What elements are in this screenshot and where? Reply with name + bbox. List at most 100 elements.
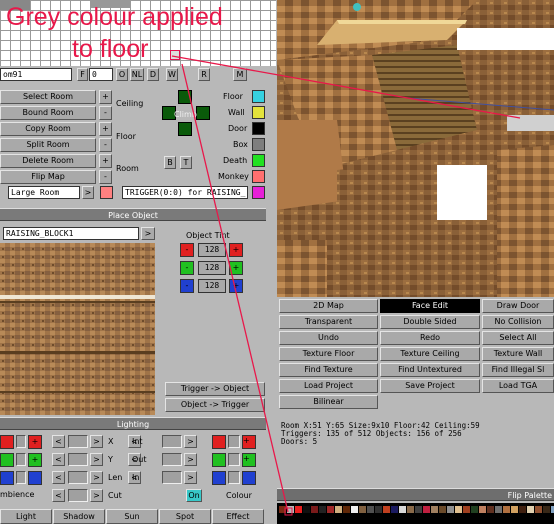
palette-swatch-33[interactable] [535, 506, 542, 513]
trigger-field[interactable]: TRIGGER(0:0) for RAISING_ [122, 186, 248, 199]
room-size-select[interactable]: Large Room [8, 186, 80, 199]
light-color-value-2[interactable] [16, 453, 26, 466]
tint-plus-2[interactable]: + [229, 261, 243, 275]
object-to-trigger-button[interactable]: Object -> Trigger [165, 398, 265, 412]
light-tab-effect[interactable]: Effect [212, 509, 264, 524]
palette-swatch-13[interactable] [375, 506, 382, 513]
b-button[interactable]: B [164, 156, 176, 169]
colour-value-3[interactable] [228, 471, 240, 484]
light-tab-spot[interactable]: Spot [159, 509, 211, 524]
height-stepper-5[interactable]: + [99, 154, 112, 168]
trigger-to-object-button[interactable]: Trigger -> Object [165, 382, 265, 396]
tint-plus-1[interactable]: + [229, 243, 243, 257]
palette-swatch-27[interactable] [487, 506, 494, 513]
tool-2d-map[interactable]: 2D Map [279, 299, 378, 313]
colour-plus-2[interactable]: + [242, 453, 256, 467]
climb-south-button[interactable] [178, 122, 192, 136]
height-stepper-6[interactable]: - [99, 170, 112, 184]
light-color-3[interactable] [0, 471, 14, 485]
axis-left-1[interactable]: < [52, 435, 65, 448]
tool-transparent[interactable]: Transparent [279, 315, 378, 329]
flag-swatch-1[interactable] [252, 90, 265, 103]
3d-viewport[interactable] [277, 0, 554, 297]
texture-palette[interactable] [277, 503, 554, 524]
palette-swatch-29[interactable] [503, 506, 510, 513]
object-next-button[interactable]: > [141, 227, 155, 240]
tool-load-project[interactable]: Load Project [279, 379, 378, 393]
colour-value-2[interactable] [228, 453, 240, 466]
light-color-plus-1[interactable]: + [28, 435, 42, 449]
room-button-3[interactable]: Copy Room [0, 122, 96, 136]
climb-east-button[interactable] [196, 106, 210, 120]
light-color-2[interactable] [0, 453, 14, 467]
colour-value-1[interactable] [228, 435, 240, 448]
palette-swatch-26[interactable] [479, 506, 486, 513]
tool-save-project[interactable]: Save Project [380, 379, 480, 393]
flag-swatch-3[interactable] [252, 122, 265, 135]
tint-minus-2[interactable]: - [180, 261, 194, 275]
room-button-2[interactable]: Bound Room [0, 106, 96, 120]
flag-swatch-7[interactable] [252, 186, 265, 199]
tint-value-1[interactable]: 128 [198, 243, 226, 257]
tool-double-sided[interactable]: Double Sided [380, 315, 480, 329]
light-color-plus-2[interactable]: + [28, 453, 42, 467]
palette-swatch-15[interactable] [391, 506, 398, 513]
palette-swatch-30[interactable] [511, 506, 518, 513]
palette-swatch-9[interactable] [343, 506, 350, 513]
r-button[interactable]: R [198, 68, 210, 81]
tool-select-all[interactable]: Select All [482, 331, 554, 345]
palette-swatch-8[interactable] [335, 506, 342, 513]
axis-value-4[interactable] [68, 489, 88, 502]
palette-swatch-14[interactable] [383, 506, 390, 513]
room-value-field[interactable]: 0 [89, 68, 113, 81]
room-button-4[interactable]: Split Room [0, 138, 96, 152]
palette-swatch-5[interactable] [311, 506, 318, 513]
palette-swatch-23[interactable] [455, 506, 462, 513]
tool-no-collision[interactable]: No Collision [482, 315, 554, 329]
param-value-2[interactable] [162, 453, 182, 466]
object-name-field[interactable]: RAISING_BLOCK1 [3, 227, 139, 240]
climb-north-button[interactable] [178, 90, 192, 104]
tool-redo[interactable]: Redo [380, 331, 480, 345]
m-button[interactable]: M [233, 68, 247, 81]
tint-minus-1[interactable]: - [180, 243, 194, 257]
axis-left-2[interactable]: < [52, 453, 65, 466]
tint-value-3[interactable]: 128 [198, 279, 226, 293]
flag-swatch-5[interactable] [252, 154, 265, 167]
palette-swatch-31[interactable] [519, 506, 526, 513]
palette-swatch-1[interactable] [279, 506, 286, 513]
flip-f-button[interactable]: F [77, 68, 88, 81]
palette-swatch-20[interactable] [431, 506, 438, 513]
axis-right-2[interactable]: > [90, 453, 103, 466]
param-value-3[interactable] [162, 471, 182, 484]
axis-value-2[interactable] [68, 453, 88, 466]
colour-plus-3[interactable] [242, 471, 256, 485]
axis-right-4[interactable]: > [90, 489, 103, 502]
tool-find-illegal-sl[interactable]: Find Illegal Sl [482, 363, 554, 377]
tool-texture-floor[interactable]: Texture Floor [279, 347, 378, 361]
tool-texture-ceiling[interactable]: Texture Ceiling [380, 347, 480, 361]
palette-swatch-6[interactable] [319, 506, 326, 513]
light-color-1[interactable] [0, 435, 14, 449]
t-button[interactable]: T [180, 156, 192, 169]
axis-left-4[interactable]: < [52, 489, 65, 502]
axis-value-3[interactable] [68, 471, 88, 484]
w-button[interactable]: W [166, 68, 178, 81]
axis-right-3[interactable]: > [90, 471, 103, 484]
tint-minus-3[interactable]: - [180, 279, 194, 293]
tool-load-tga[interactable]: Load TGA [482, 379, 554, 393]
room-color-swatch[interactable] [100, 186, 113, 199]
palette-swatch-32[interactable] [527, 506, 534, 513]
param-right-2[interactable]: > [184, 453, 197, 466]
colour-swatch-2[interactable] [212, 453, 226, 467]
tool-find-untextured[interactable]: Find Untextured [380, 363, 480, 377]
nl-button[interactable]: NL [130, 68, 144, 81]
height-stepper-2[interactable]: - [99, 106, 112, 120]
palette-swatch-24[interactable] [463, 506, 470, 513]
param-right-3[interactable]: > [184, 471, 197, 484]
height-stepper-4[interactable]: - [99, 138, 112, 152]
param-value-1[interactable] [162, 435, 182, 448]
d-button[interactable]: D [147, 68, 159, 81]
tint-plus-3[interactable]: + [229, 279, 243, 293]
room-size-next-button[interactable]: > [82, 186, 94, 199]
